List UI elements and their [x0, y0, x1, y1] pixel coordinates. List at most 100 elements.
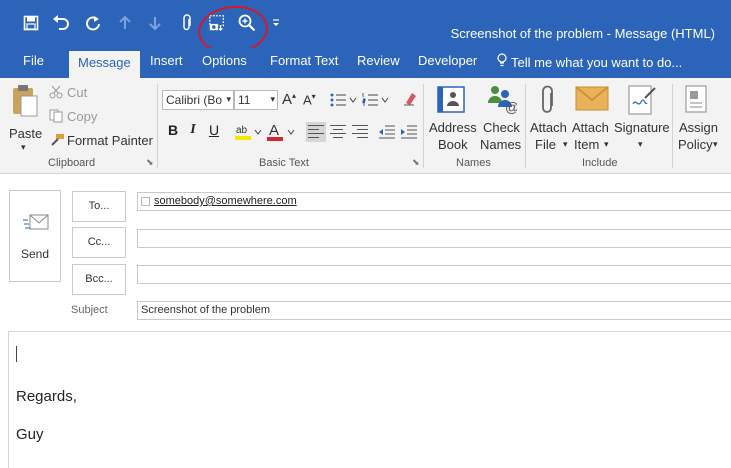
assign-policy-label-2: Policy	[678, 137, 713, 152]
send-label: Send	[20, 247, 50, 261]
font-size-value: 11	[238, 93, 251, 107]
align-left-button[interactable]	[306, 122, 326, 142]
tab-file[interactable]: File	[23, 53, 44, 68]
ribbon-separator	[525, 84, 526, 168]
message-body[interactable]	[8, 331, 731, 468]
down-arrow-icon[interactable]	[146, 14, 164, 32]
underline-button[interactable]: U	[205, 122, 223, 142]
body-line: Guy	[16, 426, 44, 443]
tab-message[interactable]: Message	[69, 51, 140, 78]
group-label-basic-text: Basic Text	[259, 157, 309, 169]
tab-developer[interactable]: Developer	[418, 53, 477, 68]
highlight-color-icon[interactable]: ab	[234, 123, 262, 144]
bcc-button[interactable]: Bcc...	[72, 264, 126, 295]
align-center-button[interactable]	[328, 122, 348, 142]
font-color-icon[interactable]: A	[266, 122, 296, 145]
address-book-label-2: Book	[438, 137, 468, 152]
tab-insert[interactable]: Insert	[150, 53, 183, 68]
attach-file-label-2: File	[535, 137, 556, 152]
address-book-icon	[436, 84, 468, 117]
group-label-clipboard: Clipboard	[48, 157, 96, 169]
to-button[interactable]: To...	[72, 191, 126, 222]
chevron-down-icon: ▾	[563, 139, 568, 149]
check-names-icon: @	[485, 84, 519, 117]
tab-format-text[interactable]: Format Text	[270, 53, 338, 68]
subject-field[interactable]: Screenshot of the problem	[137, 301, 731, 320]
tab-options[interactable]: Options	[202, 53, 247, 68]
ribbon-separator	[672, 84, 673, 168]
assign-policy-button[interactable]: Assign Policy ▾	[676, 82, 731, 156]
tab-review[interactable]: Review	[357, 53, 400, 68]
send-button[interactable]: Send	[9, 190, 61, 282]
attach-file-button[interactable]: Attach File ▾	[529, 82, 571, 156]
paintbrush-icon	[49, 133, 65, 150]
ribbon-separator	[423, 84, 424, 168]
grow-font-icon[interactable]: A▴	[282, 91, 296, 108]
attach-file-label-1: Attach	[530, 120, 567, 135]
address-book-button[interactable]: Address Book	[427, 82, 479, 156]
chevron-down-icon: ▾	[638, 139, 643, 149]
send-icon	[22, 213, 50, 236]
font-name-select[interactable]: Calibri (Bo ▾	[162, 90, 234, 110]
tell-me-box[interactable]: Tell me what you want to do...	[497, 53, 682, 70]
body-line: Regards,	[16, 388, 77, 405]
customize-icon[interactable]	[270, 14, 282, 32]
signature-icon	[627, 84, 657, 119]
signature-button[interactable]: Signature ▾	[613, 82, 670, 156]
attach-icon[interactable]	[178, 14, 196, 32]
shrink-font-icon[interactable]: A▾	[303, 92, 316, 107]
attach-item-label-1: Attach	[572, 120, 609, 135]
bold-button[interactable]: B	[164, 122, 182, 142]
font-name-value: Calibri (Bo	[166, 93, 223, 107]
clear-formatting-icon[interactable]	[402, 91, 418, 110]
save-icon[interactable]	[22, 14, 40, 32]
bcc-field[interactable]	[137, 265, 731, 284]
lightbulb-icon	[497, 53, 507, 70]
contact-checkbox-icon	[141, 197, 150, 206]
increase-indent-icon[interactable]	[400, 124, 418, 143]
copy-label: Copy	[67, 109, 98, 124]
policy-icon	[682, 84, 710, 119]
signature-label: Signature	[614, 120, 670, 135]
align-right-button[interactable]	[350, 122, 370, 142]
font-size-select[interactable]: 11 ▾	[234, 90, 278, 110]
cut-button[interactable]: Cut	[48, 84, 108, 102]
chevron-down-icon: ▾	[270, 94, 275, 104]
chevron-down-icon: ▾	[713, 139, 718, 149]
text-cursor	[16, 346, 17, 362]
title-bar: Screenshot of the problem - Message (HTM…	[0, 0, 731, 48]
subject-label: Subject	[71, 304, 108, 316]
cut-label: Cut	[67, 85, 88, 100]
envelope-icon	[575, 86, 609, 115]
numbering-icon[interactable]	[362, 92, 390, 111]
address-book-label-1: Address	[429, 120, 477, 135]
format-painter-button[interactable]: Format Painter	[48, 132, 154, 150]
to-recipient[interactable]: somebody@somewhere.com	[154, 195, 297, 207]
attach-item-button[interactable]: Attach Item ▾	[571, 82, 613, 156]
decrease-indent-icon[interactable]	[378, 124, 396, 143]
tell-me-text: Tell me what you want to do...	[511, 55, 683, 70]
paste-button[interactable]: Paste ▾	[8, 84, 42, 154]
ribbon-tab-row: File Message Insert Options Format Text …	[0, 48, 731, 78]
svg-text:A: A	[269, 122, 279, 139]
paste-label: Paste	[9, 126, 43, 141]
attach-item-label-2: Item	[574, 137, 600, 152]
italic-button[interactable]: I	[184, 122, 202, 142]
basic-text-launcher-icon[interactable]: ⬊	[412, 157, 420, 168]
undo-icon[interactable]	[52, 14, 70, 32]
paste-dropdown-icon: ▾	[21, 142, 26, 152]
redo-icon[interactable]	[84, 14, 102, 32]
cc-field[interactable]	[137, 229, 731, 248]
ribbon: Paste ▾ Cut Copy Format Painter Clipboar…	[0, 78, 731, 174]
group-label-include: Include	[582, 157, 618, 169]
copy-button[interactable]: Copy	[48, 108, 108, 126]
to-field[interactable]: somebody@somewhere.com	[137, 192, 731, 211]
cc-button[interactable]: Cc...	[72, 227, 126, 258]
clipboard-launcher-icon[interactable]: ⬊	[146, 157, 154, 168]
check-names-label-1: Check	[483, 120, 520, 135]
up-arrow-icon[interactable]	[116, 14, 134, 32]
bullets-icon[interactable]	[330, 92, 358, 111]
check-names-button[interactable]: @ Check Names	[479, 82, 523, 156]
svg-text:@: @	[505, 99, 517, 114]
clipboard-icon	[11, 84, 39, 121]
